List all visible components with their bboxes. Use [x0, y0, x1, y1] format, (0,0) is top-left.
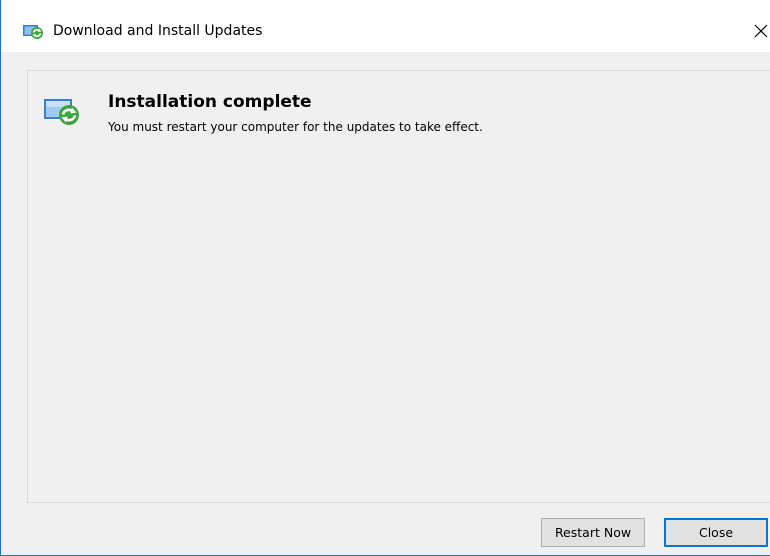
windows-update-icon — [44, 99, 79, 125]
update-dialog-window: Download and Install Updates Installatio… — [0, 0, 770, 556]
windows-update-icon — [23, 25, 43, 39]
window-title: Download and Install Updates — [53, 23, 263, 39]
status-message: You must restart your computer for the u… — [108, 120, 483, 134]
close-icon[interactable] — [749, 18, 770, 44]
restart-now-button[interactable]: Restart Now — [541, 518, 645, 547]
content-panel — [27, 70, 770, 503]
status-heading: Installation complete — [108, 92, 312, 112]
close-button[interactable]: Close — [664, 518, 768, 547]
title-bar[interactable]: Download and Install Updates — [1, 0, 770, 52]
